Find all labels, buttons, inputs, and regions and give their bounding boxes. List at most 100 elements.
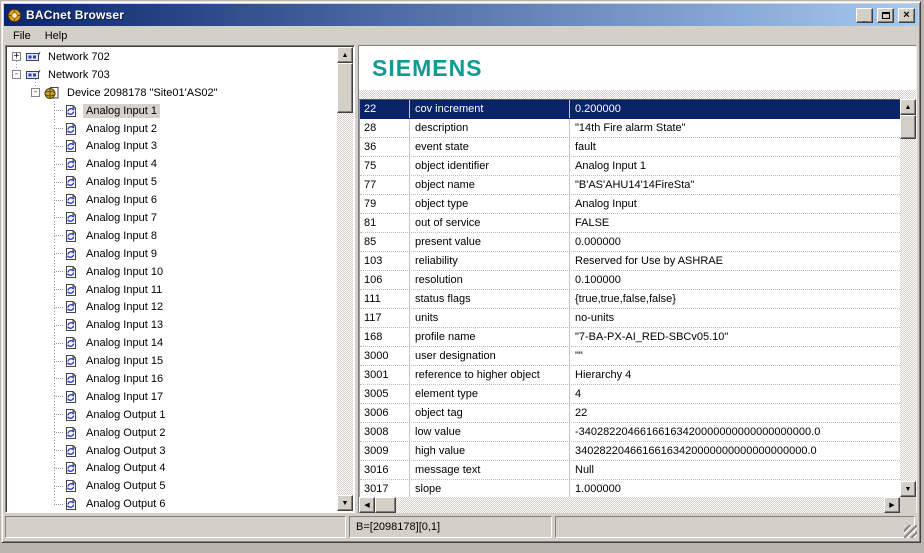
property-row[interactable]: 3006 object tag 22 — [360, 404, 900, 423]
tree-item-label[interactable]: Analog Input 9 — [83, 247, 160, 261]
tree-item[interactable]: Analog Input 1 — [8, 102, 336, 120]
tree-item-label[interactable]: Analog Input 17 — [83, 390, 166, 404]
tree-item[interactable]: + Network 702 — [8, 48, 336, 66]
tree-item[interactable]: Analog Output 3 — [8, 442, 336, 460]
minimize-icon: _ — [862, 13, 867, 23]
tree-item-label[interactable]: Analog Input 15 — [83, 354, 166, 368]
scroll-left-button[interactable]: ◀ — [359, 497, 375, 513]
tree-item[interactable]: Analog Input 5 — [8, 173, 336, 191]
tree-item-label[interactable]: Analog Input 16 — [83, 372, 166, 386]
property-value-cell: {true,true,false,false} — [575, 293, 676, 305]
scroll-right-button[interactable]: ▶ — [884, 497, 900, 513]
tree-item[interactable]: Analog Output 6 — [8, 495, 336, 510]
tree-item[interactable]: Analog Input 8 — [8, 227, 336, 245]
maximize-button[interactable] — [877, 7, 894, 23]
tree-item[interactable]: Analog Input 10 — [8, 263, 336, 281]
tree-item-label[interactable]: Analog Input 13 — [83, 318, 166, 332]
tree-item-label[interactable]: Network 702 — [45, 50, 113, 64]
tree-item-label[interactable]: Analog Output 3 — [83, 444, 169, 458]
property-row[interactable]: 3000 user designation "" — [360, 347, 900, 366]
tree-item-label[interactable]: Network 703 — [45, 68, 113, 82]
tree-item[interactable]: - Device 2098178 "Site01'AS02" — [8, 84, 336, 102]
property-row[interactable]: 106 resolution 0.100000 — [360, 271, 900, 290]
tree-scrollbar-thumb[interactable] — [337, 63, 353, 113]
tree-item-label[interactable]: Analog Output 5 — [83, 479, 169, 493]
tree-item-label[interactable]: Analog Input 14 — [83, 336, 166, 350]
property-row[interactable]: 3016 message text Null — [360, 461, 900, 480]
tree-item-label[interactable]: Analog Output 6 — [83, 497, 169, 510]
tree-item[interactable]: Analog Input 12 — [8, 298, 336, 316]
tree-item-label[interactable]: Analog Input 3 — [83, 139, 160, 153]
resize-grip[interactable] — [904, 525, 917, 538]
tree-item-label[interactable]: Analog Output 1 — [83, 408, 169, 422]
tree-item[interactable]: Analog Input 2 — [8, 120, 336, 138]
menu-help[interactable]: Help — [38, 28, 75, 44]
property-row[interactable]: 3008 low value -34028220466166163420000000… — [360, 423, 900, 442]
tree-item-label[interactable]: Analog Input 5 — [83, 175, 160, 189]
table-hscrollbar-track[interactable] — [396, 497, 884, 513]
scroll-down-button[interactable]: ▼ — [337, 495, 353, 511]
title-bar: BACnet Browser _ × — [4, 4, 918, 26]
property-row[interactable]: 81 out of service FALSE — [360, 214, 900, 233]
scroll-down-button[interactable]: ▼ — [900, 481, 916, 497]
table-scrollbar-thumb[interactable] — [900, 115, 916, 139]
tree-item[interactable]: Analog Input 17 — [8, 388, 336, 406]
property-row[interactable]: 3017 slope 1.000000 — [360, 480, 900, 497]
tree-item[interactable]: Analog Input 16 — [8, 370, 336, 388]
tree-item[interactable]: Analog Input 6 — [8, 191, 336, 209]
table-scrollbar-track[interactable] — [900, 139, 916, 481]
tree-item[interactable]: Analog Input 3 — [8, 137, 336, 155]
menu-file[interactable]: File — [6, 28, 38, 44]
tree-item[interactable]: -Network 703 — [8, 66, 336, 84]
property-row[interactable]: 3009 high value 34028220466166163420000000… — [360, 442, 900, 461]
tree-item-label[interactable]: Analog Input 12 — [83, 300, 166, 314]
tree-item[interactable]: Analog Input 4 — [8, 155, 336, 173]
property-row[interactable]: 168 profile name "7-BA-PX-AI_RED-SBCv05.10… — [360, 328, 900, 347]
property-row[interactable]: 85 present value 0.000000 — [360, 233, 900, 252]
tree-item[interactable]: Analog Input 7 — [8, 209, 336, 227]
tree-item-label[interactable]: Analog Input 2 — [83, 122, 160, 136]
property-row[interactable]: 28 description "14th Fire alarm State" — [360, 119, 900, 138]
tree-item[interactable]: Analog Output 5 — [8, 477, 336, 495]
tree-item-label[interactable]: Analog Input 8 — [83, 229, 160, 243]
property-row[interactable]: 117 units no-units — [360, 309, 900, 328]
property-row[interactable]: 36 event state fault — [360, 138, 900, 157]
scroll-up-icon: ▲ — [341, 51, 349, 59]
tree-item-label[interactable]: Analog Input 11 — [83, 283, 165, 297]
tree-item-label[interactable]: Analog Input 7 — [83, 211, 160, 225]
property-row[interactable]: 111 status flags {true,true,false,false} — [360, 290, 900, 309]
tree-item-label[interactable]: Analog Input 1 — [83, 103, 160, 118]
tree-item-label[interactable]: Analog Output 2 — [83, 426, 169, 440]
scroll-up-button[interactable]: ▲ — [337, 47, 353, 63]
tree-item[interactable]: Analog Input 14 — [8, 334, 336, 352]
property-name-cell: message text — [410, 461, 570, 479]
close-button[interactable]: × — [898, 7, 915, 23]
scroll-up-button[interactable]: ▲ — [900, 99, 916, 115]
tree-item-label[interactable]: Analog Input 10 — [83, 265, 166, 279]
tree-item[interactable]: Analog Input 11 — [8, 281, 336, 299]
tree-item[interactable]: Analog Output 4 — [8, 459, 336, 477]
tree-item[interactable]: Analog Input 15 — [8, 352, 336, 370]
property-row[interactable]: 77 object name "B'AS'AHU14'14FireSta" — [360, 176, 900, 195]
tree-item[interactable]: Analog Input 13 — [8, 316, 336, 334]
object-icon — [66, 337, 76, 350]
status-address-text: B=[2098178][0,1] — [356, 521, 441, 533]
tree-item-label[interactable]: Analog Output 4 — [83, 461, 169, 475]
tree-item[interactable]: Analog Input 9 — [8, 245, 336, 263]
tree-connector-stub — [54, 378, 63, 380]
object-icon — [66, 265, 76, 278]
tree-scrollbar-track[interactable] — [337, 113, 353, 495]
tree-item-label[interactable]: Analog Input 6 — [83, 193, 160, 207]
property-row[interactable]: 3001 reference to higher object Hierarchy … — [360, 366, 900, 385]
tree-item-label[interactable]: Device 2098178 "Site01'AS02" — [64, 86, 221, 100]
property-row[interactable]: 103 reliability Reserved for Use by ASHRAE — [360, 252, 900, 271]
property-row[interactable]: 79 object type Analog Input — [360, 195, 900, 214]
tree-item[interactable]: Analog Output 2 — [8, 424, 336, 442]
property-row[interactable]: 75 object identifier Analog Input 1 — [360, 157, 900, 176]
property-row[interactable]: 22 cov increment 0.200000 — [360, 100, 900, 119]
property-row[interactable]: 3005 element type 4 — [360, 385, 900, 404]
minimize-button[interactable]: _ — [856, 7, 873, 23]
table-hscrollbar-thumb[interactable] — [375, 497, 396, 513]
tree-item[interactable]: Analog Output 1 — [8, 406, 336, 424]
tree-item-label[interactable]: Analog Input 4 — [83, 157, 160, 171]
